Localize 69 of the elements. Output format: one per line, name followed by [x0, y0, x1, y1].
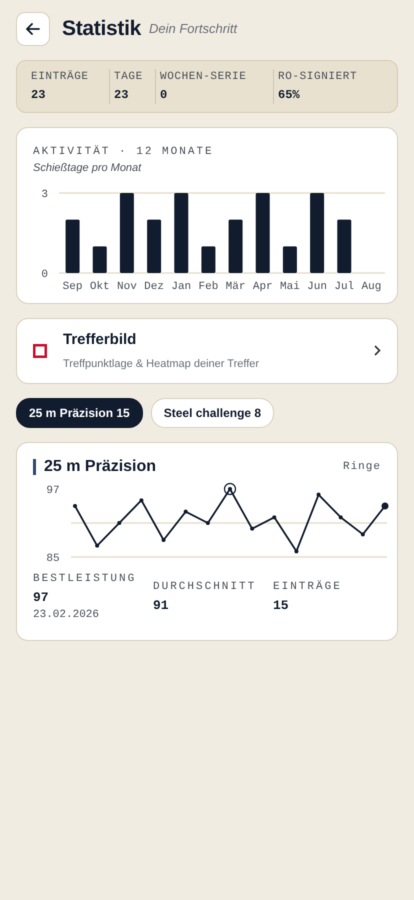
stat-value: 97: [33, 588, 50, 606]
axis-tick-label: 3: [41, 188, 48, 200]
data-point: [206, 521, 210, 525]
stat-value: 65%: [278, 86, 301, 104]
data-point: [250, 526, 254, 531]
month-label: Apr: [252, 280, 273, 292]
bar: [228, 219, 243, 272]
square-icon: [33, 344, 47, 358]
data-point: [360, 532, 365, 536]
stat-date: 23.02.2026: [33, 608, 100, 623]
bar: [201, 246, 216, 272]
page-subtitle: Dein Fortschritt: [149, 20, 238, 38]
month-label: Jun: [307, 280, 327, 292]
month-label: Mär: [226, 280, 246, 292]
hit-pattern-card[interactable]: Trefferbild Treffpunktlage & Heatmap deiner Treffer: [16, 318, 398, 384]
axis-tick-label: 97: [46, 485, 60, 497]
discipline-title: 25 m Präzision: [33, 458, 156, 475]
data-point: [162, 538, 166, 542]
filter-chip[interactable]: Steel challenge 8: [150, 398, 274, 428]
data-point: [272, 515, 276, 520]
month-label: Nov: [117, 280, 137, 292]
month-label: Jul: [334, 280, 354, 292]
stat-value: 15: [273, 596, 290, 614]
back-arrow-icon: [26, 23, 40, 35]
back-button[interactable]: [16, 12, 50, 46]
stat-value: 23: [114, 86, 130, 104]
stat-value: 0: [160, 86, 168, 104]
data-point: [117, 521, 122, 525]
data-point: [228, 487, 232, 491]
month-label: Mai: [280, 280, 300, 292]
bar: [147, 219, 162, 272]
filter-chip[interactable]: 25 m Präzision 15: [16, 398, 143, 428]
stat-label: TAGE: [114, 70, 144, 85]
activity-title: AKTIVITÄT · 12 MONATE: [33, 144, 215, 160]
axis-tick-label: 0: [41, 268, 48, 280]
unit-label: Ringe: [342, 460, 381, 474]
bar: [282, 246, 297, 272]
month-label: Aug: [362, 280, 382, 292]
card-title: Trefferbild: [63, 330, 138, 350]
data-point: [139, 498, 144, 502]
data-point: [316, 492, 321, 497]
stat-label: BESTLEISTUNG: [33, 572, 138, 587]
chevron-right-icon: [374, 345, 381, 356]
month-label: Jan: [171, 280, 192, 292]
axis-tick-label: 85: [46, 553, 60, 565]
stat-label: DURCHSCHNITT: [153, 580, 258, 595]
data-point: [382, 502, 388, 510]
month-label: Feb: [198, 280, 218, 292]
stat-label: RO-SIGNIERT: [278, 70, 358, 85]
data-point: [184, 510, 188, 514]
bar: [66, 219, 80, 272]
stat-label: WOCHEN-SERIE: [160, 70, 248, 85]
activity-subtitle: Schießtage pro Monat: [33, 161, 142, 176]
stat-value: 91: [153, 596, 170, 614]
stat-label: EINTRÄGE: [273, 579, 343, 595]
data-point: [294, 549, 298, 554]
best-marker: [224, 482, 236, 496]
data-point: [95, 544, 100, 548]
month-label: Sep: [62, 280, 82, 292]
card-subtitle: Treffpunktlage & Heatmap deiner Treffer: [63, 356, 260, 372]
month-label: Dez: [144, 280, 164, 292]
stat-label: EINTRÄGE: [31, 69, 90, 85]
data-point: [73, 504, 77, 508]
page-title: Statistik: [62, 16, 141, 42]
stat-value: 23: [31, 86, 46, 104]
bar: [92, 246, 107, 272]
month-label: Okt: [90, 280, 110, 292]
data-point: [338, 515, 343, 520]
bar: [337, 219, 352, 272]
